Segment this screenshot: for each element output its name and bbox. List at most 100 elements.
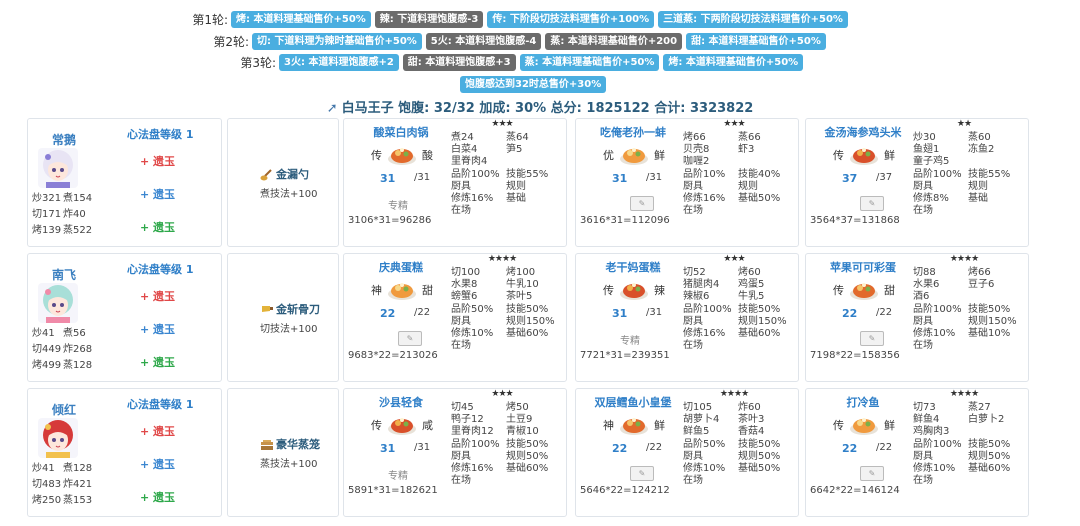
dish-rarity: 传 (833, 284, 844, 297)
chef-stat-value: 切171 (32, 209, 62, 220)
dish-info-value: 厨具 (451, 315, 471, 327)
dish-rarity: 优 (603, 149, 614, 162)
skill-placeholder-icon[interactable]: ✎ (398, 331, 422, 346)
heart-disk-level[interactable]: 心法盘等级 1 (127, 126, 193, 142)
dish-name[interactable]: 酸菜白肉锅 (344, 124, 458, 140)
skill-placeholder-icon[interactable]: ✎ (860, 196, 884, 211)
dish-info-value: 笋5 (506, 144, 523, 156)
skill-placeholder-icon[interactable]: ✎ (860, 331, 884, 346)
dish-quantity-max: /31 (646, 307, 663, 318)
jade-slot-button[interactable]: + 遗玉 (140, 153, 175, 169)
skill-placeholder-icon[interactable]: ✎ (630, 466, 654, 481)
dish-info-value: 蒸27 (968, 402, 991, 413)
dish-card[interactable]: 打冷鱼传 鲜 22/22 ✎ 6642*22=146124 ★★★★ 切73 蒸27 鲜鱼4 白萝… (805, 388, 1029, 517)
jade-slot-button[interactable]: + 遗玉 (140, 288, 175, 304)
dish-quantity[interactable]: 31 (612, 172, 627, 185)
dish-name[interactable]: 苹果可可彩蛋 (806, 259, 920, 275)
jade-slot-button[interactable]: + 遗玉 (140, 423, 175, 439)
dish-stars: ★★★ (491, 389, 513, 399)
dish-info-value: 修炼16% (451, 193, 494, 205)
dish-info-row: 厨具 规则 (913, 181, 1010, 193)
dish-quantity[interactable]: 22 (612, 442, 627, 455)
dish-info-value: 基础50% (738, 463, 781, 475)
dish-info-row: 品阶100% 技能50% (913, 304, 1017, 316)
dish-quantity-max: /37 (876, 172, 893, 183)
chef-stat-value: 炸421 (63, 479, 93, 490)
dish-info-row: 在场 (683, 340, 787, 352)
dish-info-row: 修炼10% 基础60% (451, 328, 555, 340)
skill-placeholder-icon[interactable]: ✎ (860, 466, 884, 481)
chef-name[interactable]: 倾红 (52, 401, 76, 418)
dish-info-value: 鱼翅1 (913, 144, 940, 156)
avatar[interactable] (38, 418, 78, 458)
dish-name[interactable]: 打冷鱼 (806, 394, 920, 410)
chef-stat-value: 蒸522 (63, 225, 93, 236)
dish-info-row: 厨具 规则50% (913, 451, 1010, 463)
dish-card[interactable]: 双层鳕鱼小皇堡神 鲜 22/22 ✎ 5646*22=124212 ★★★★ 切105 炸60… (575, 388, 799, 517)
dish-stars: ★★★ (723, 254, 745, 264)
dish-quantity[interactable]: 22 (842, 307, 857, 320)
heart-disk-level[interactable]: 心法盘等级 1 (127, 261, 193, 277)
equip-card[interactable]: 金斩骨刀 切技法+100 (227, 253, 339, 382)
dish-quantity[interactable]: 22 (842, 442, 857, 455)
dish-info-value: 修炼10% (913, 328, 956, 340)
dish-info-value: 基础 (968, 193, 988, 205)
dish-info-value: 牛乳5 (738, 291, 765, 303)
chef-name[interactable]: 南飞 (52, 266, 76, 283)
chef-name[interactable]: 常鹅 (52, 131, 76, 148)
equip-card[interactable]: 金漏勺 煮技法+100 (227, 118, 339, 247)
chef-card: 倾红炒41 煮128 切483 炸421 烤250 蒸153 心法盘等级 1 + 遗玉 + 遗玉… (27, 388, 222, 517)
dish-info-value: 厨具 (913, 450, 933, 462)
dish-name[interactable]: 双层鳕鱼小皇堡 (576, 394, 690, 410)
dish-card[interactable]: 金汤海参鸡头米传鲜 37/37 ✎ 3564*37=131868 ★★ 炒30 蒸60 鱼翅1… (805, 118, 1029, 247)
dish-card[interactable]: 苹果可可彩蛋传甜 22/22 ✎ 7198*22=158356 ★★★★ 切88 烤66 水果… (805, 253, 1029, 382)
avatar[interactable] (38, 283, 78, 323)
jade-slot-button[interactable]: + 遗玉 (140, 219, 175, 235)
dish-info-value: 厨具 (451, 450, 471, 462)
dish-info-value: 基础60% (506, 463, 549, 475)
dish-formula: 5891*31=182621 (348, 485, 438, 496)
dish-info-row: 胡萝卜4 茶叶3 (683, 414, 780, 426)
dish-info-value: 规则150% (738, 315, 787, 327)
dish-card[interactable]: 庆典蛋糕神甜 22/22 ✎ 9683*22=213026 ★★★★ 切100 烤100 水果… (343, 253, 567, 382)
jade-slot-button[interactable]: + 遗玉 (140, 321, 175, 337)
heart-disk-level[interactable]: 心法盘等级 1 (127, 396, 193, 412)
dish-info-value: 品阶100% (913, 303, 962, 315)
dish-card[interactable]: 沙县轻食传咸 31/31 专精 5891*31=182621 ★★★ 切45 烤50 鸭子12… (343, 388, 567, 517)
dish-card[interactable]: 酸菜白肉锅传 酸 31/31 专精 3106*31=96286 ★★★ 煮24 蒸64 白菜4 笋… (343, 118, 567, 247)
equip-card[interactable]: 豪华蒸笼 蒸技法+100 (227, 388, 339, 517)
chef-stat-value: 蒸128 (63, 360, 93, 371)
dish-formula: 7721*31=239351 (580, 350, 670, 361)
dish-name[interactable]: 吃俺老孙一蚌 (576, 124, 690, 140)
dish-quantity[interactable]: 22 (380, 307, 395, 320)
chef-stat-value: 蒸153 (63, 495, 93, 506)
dish-quantity[interactable]: 37 (842, 172, 857, 185)
round-tag: 烤: 本道料理基础售价+50% (663, 54, 804, 71)
round-tag: 三道蒸: 下两阶段切技法料理售价+50% (658, 11, 848, 28)
dish-info-value: 青椒10 (506, 426, 539, 438)
dish-info-value: 修炼10% (451, 328, 494, 340)
summary-text: 白马王子 饱腹: 32/32 加成: 30% 总分: 1825122 合计: 3… (341, 101, 754, 116)
dish-info-row: 酒6 (913, 291, 1017, 303)
root: { "rounds":[ {"label":"第1轮:","tags":[ {"… (0, 0, 1080, 526)
jade-slot-button[interactable]: + 遗玉 (140, 354, 175, 370)
skill-placeholder-icon[interactable]: ✎ (630, 196, 654, 211)
chef-stat-row: 烤139 蒸522 (32, 223, 94, 239)
dish-name[interactable]: 庆典蛋糕 (344, 259, 458, 275)
dish-quantity[interactable]: 31 (380, 442, 395, 455)
jade-slot-button[interactable]: + 遗玉 (140, 489, 175, 505)
chef-stats: 炒41 煮128 切483 炸421 烤250 蒸153 (32, 461, 94, 509)
jade-slot-button[interactable]: + 遗玉 (140, 456, 175, 472)
dish-name[interactable]: 金汤海参鸡头米 (806, 124, 920, 140)
round-tags: 饱腹感达到32时总售价+30% (460, 76, 607, 93)
dish-card[interactable]: 吃俺老孙一蚌优鲜 31/31 ✎ 3616*31=112096 ★★★ 烤66 蒸66 贝壳8… (575, 118, 799, 247)
dish-rarity: 传 (603, 284, 614, 297)
dish-quantity[interactable]: 31 (612, 307, 627, 320)
dish-info-row: 煮24 蒸64 (451, 132, 548, 144)
dish-name[interactable]: 老干妈蛋糕 (576, 259, 690, 275)
jade-slot-button[interactable]: + 遗玉 (140, 186, 175, 202)
dish-quantity[interactable]: 31 (380, 172, 395, 185)
dish-name[interactable]: 沙县轻食 (344, 394, 458, 410)
avatar[interactable] (38, 148, 78, 188)
dish-card[interactable]: 老干妈蛋糕传辣 31/31 专精 7721*31=239351 ★★★ 切52 烤60 猪腿肉… (575, 253, 799, 382)
